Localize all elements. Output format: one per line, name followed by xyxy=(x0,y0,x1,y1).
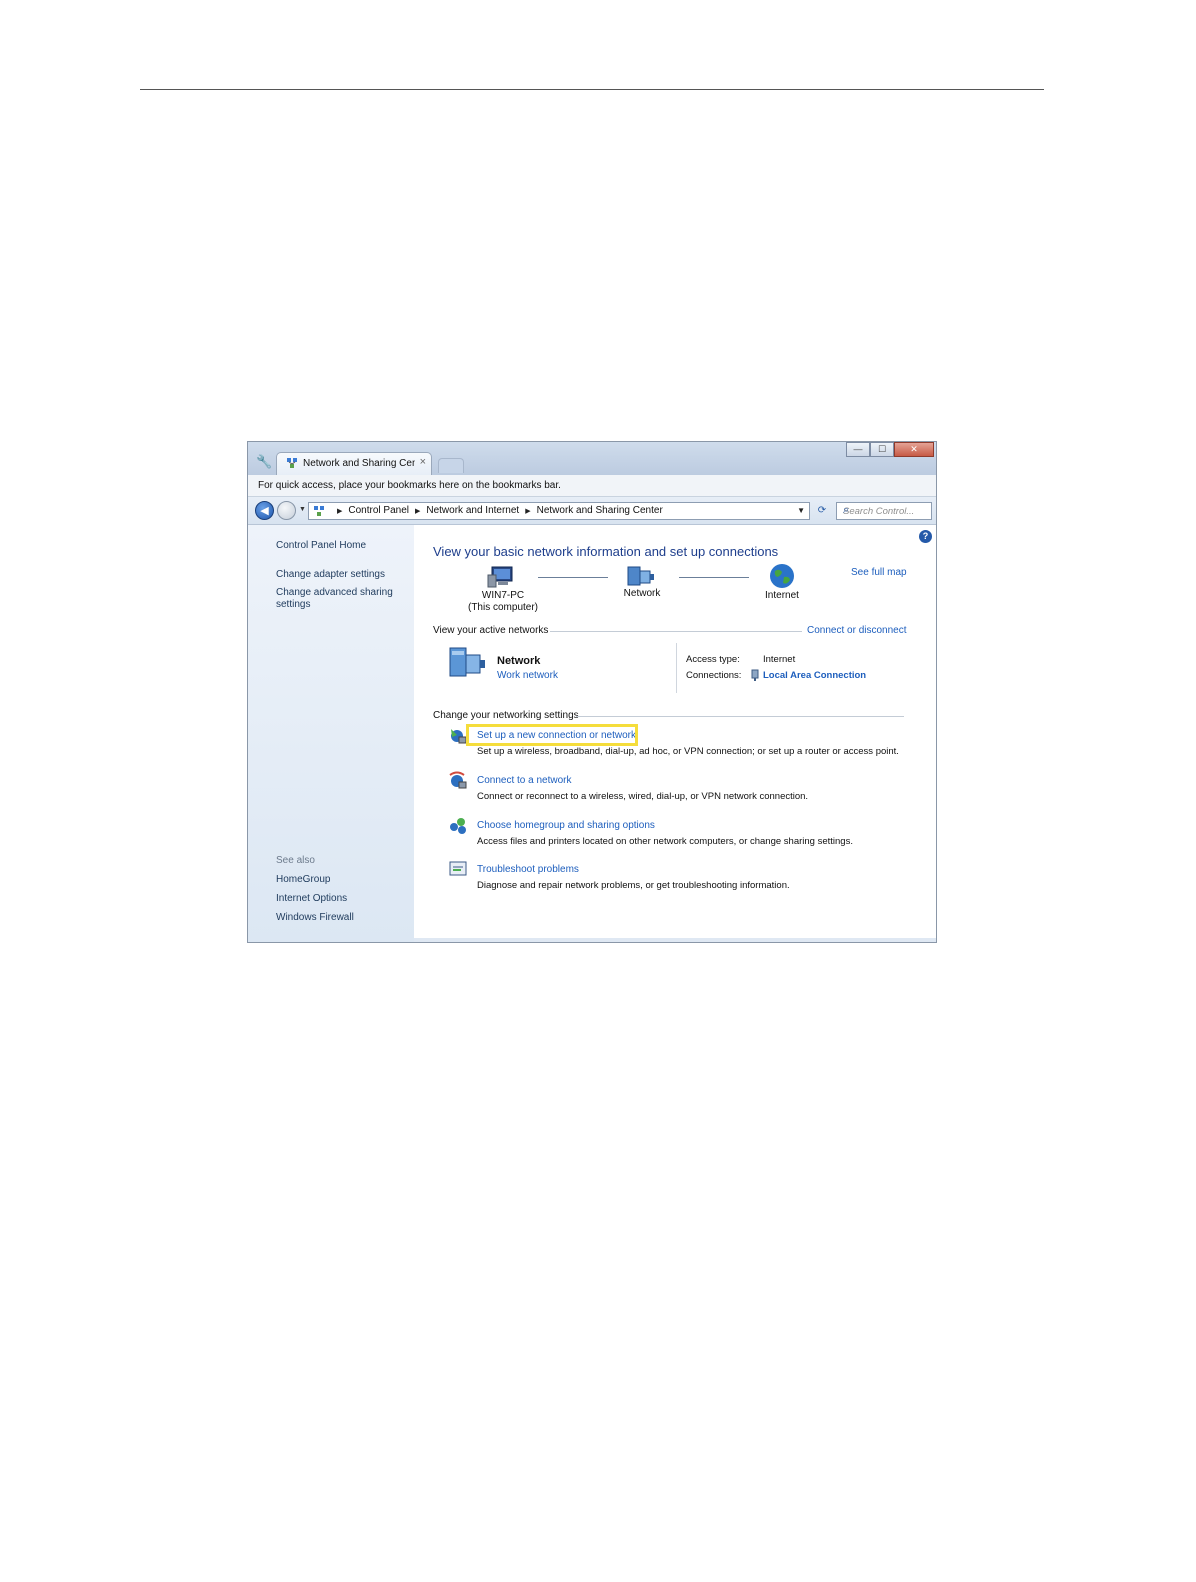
minimize-button[interactable]: — xyxy=(846,442,870,457)
address-toolbar: ◀ ▼ ▶ Control Panel ▶ Network and Internet ▶… xyxy=(248,497,936,525)
new-tab-button[interactable] xyxy=(438,458,464,473)
window-controls: — ☐ ✕ xyxy=(846,442,934,458)
address-dropdown-icon[interactable]: ▼ xyxy=(797,506,805,515)
breadcrumb: ▶ Control Panel ▶ Network and Internet ▶ Netw… xyxy=(331,505,663,516)
breadcrumb-network-internet[interactable]: Network and Internet xyxy=(426,505,519,516)
active-network-name: Network xyxy=(497,655,541,667)
tab-close-icon[interactable]: × xyxy=(420,456,426,468)
wrench-icon[interactable]: 🔧 xyxy=(256,454,272,470)
tab-strip: 🔧 Network and Sharing Cent × — ☐ ✕ xyxy=(248,442,936,475)
browser-tab[interactable]: Network and Sharing Cent × xyxy=(276,452,432,475)
homegroup-icon xyxy=(450,818,466,834)
bookmarks-hint: For quick access, place your bookmarks h… xyxy=(258,480,561,491)
tab-title: Network and Sharing Cent xyxy=(303,458,415,469)
status-bar xyxy=(414,938,936,942)
map-computer-sub: (This computer) xyxy=(467,602,538,613)
change-adapter-settings-link[interactable]: Change adapter settings xyxy=(276,569,385,581)
control-panel-home-link[interactable]: Control Panel Home xyxy=(276,540,366,552)
recent-pages-dropdown-icon[interactable]: ▼ xyxy=(299,506,306,513)
see-full-map-link[interactable]: See full map xyxy=(851,567,907,578)
task-description: Diagnose and repair network problems, or… xyxy=(477,880,790,891)
search-icon[interactable]: ⌕ xyxy=(843,504,928,517)
network-center-icon xyxy=(287,458,297,468)
breadcrumb-separator-icon[interactable]: ▶ xyxy=(525,508,530,515)
connect-or-disconnect-link[interactable]: Connect or disconnect xyxy=(807,625,907,636)
divider xyxy=(576,716,904,717)
task-description: Set up a wireless, broadband, dial-up, a… xyxy=(477,746,899,757)
connect-network-icon xyxy=(449,771,467,789)
connections-label: Connections: xyxy=(686,670,742,681)
maximize-button[interactable]: ☐ xyxy=(870,442,894,457)
breadcrumb-network-sharing-center[interactable]: Network and Sharing Center xyxy=(537,505,663,516)
breadcrumb-separator-icon[interactable]: ▶ xyxy=(337,508,342,515)
work-network-icon[interactable] xyxy=(448,645,488,679)
forward-button[interactable] xyxy=(277,501,296,520)
breadcrumb-separator-icon[interactable]: ▶ xyxy=(415,508,420,515)
active-networks-header: View your active networks xyxy=(433,625,549,636)
divider xyxy=(550,631,802,632)
local-area-connection-link[interactable]: Local Area Connection xyxy=(763,670,866,681)
new-connection-icon xyxy=(451,729,467,744)
computer-icon xyxy=(487,566,513,588)
change-advanced-sharing-link[interactable]: Change advanced sharing xyxy=(276,587,393,599)
change-advanced-sharing-link-cont[interactable]: settings xyxy=(276,599,310,611)
networking-settings-header: Change your networking settings xyxy=(433,710,579,721)
control-panel-icon xyxy=(314,506,324,516)
internet-options-link[interactable]: Internet Options xyxy=(276,893,347,905)
homegroup-sharing-link[interactable]: Choose homegroup and sharing options xyxy=(477,820,655,831)
page-header-rule xyxy=(140,89,1044,90)
browser-window-screenshot: 🔧 Network and Sharing Cent × — ☐ ✕ For q… xyxy=(247,441,937,943)
network-type-link[interactable]: Work network xyxy=(497,670,558,681)
close-button[interactable]: ✕ xyxy=(894,442,934,457)
network-icon xyxy=(627,566,654,586)
highlight-box xyxy=(466,724,638,746)
map-connector-line xyxy=(679,577,749,578)
task-description: Connect or reconnect to a wireless, wire… xyxy=(477,791,809,802)
access-type-value: Internet xyxy=(763,654,796,665)
access-type-label: Access type: xyxy=(686,654,740,665)
back-button[interactable]: ◀ xyxy=(255,501,274,520)
refresh-icon[interactable]: ⟳ xyxy=(813,502,831,520)
help-icon[interactable]: ? xyxy=(919,530,932,543)
map-network-label[interactable]: Network xyxy=(612,588,672,600)
breadcrumb-control-panel[interactable]: Control Panel xyxy=(348,505,409,516)
connect-to-network-link[interactable]: Connect to a network xyxy=(477,775,572,786)
address-box[interactable]: ▶ Control Panel ▶ Network and Internet ▶ Netw… xyxy=(308,502,810,520)
troubleshoot-problems-link[interactable]: Troubleshoot problems xyxy=(477,864,579,875)
main-content-pane: ? View your basic network information an… xyxy=(414,525,936,938)
task-description: Access files and printers located on oth… xyxy=(477,836,853,847)
homegroup-link[interactable]: HomeGroup xyxy=(276,874,330,886)
divider xyxy=(676,643,677,693)
map-internet-label[interactable]: Internet xyxy=(752,590,812,602)
map-computer-label[interactable]: WIN7-PC xyxy=(468,590,538,602)
windows-firewall-link[interactable]: Windows Firewall xyxy=(276,912,354,924)
page-title: View your basic network information and … xyxy=(433,544,779,559)
see-also-header: See also xyxy=(276,855,315,866)
internet-globe-icon xyxy=(770,564,794,588)
bookmarks-bar: For quick access, place your bookmarks h… xyxy=(248,475,936,497)
troubleshoot-icon xyxy=(449,861,467,876)
left-task-pane: Control Panel Home Change adapter settin… xyxy=(248,525,414,942)
search-input[interactable]: Search Control... ⌕ xyxy=(836,502,932,520)
ethernet-icon xyxy=(751,669,759,681)
map-connector-line xyxy=(538,577,608,578)
